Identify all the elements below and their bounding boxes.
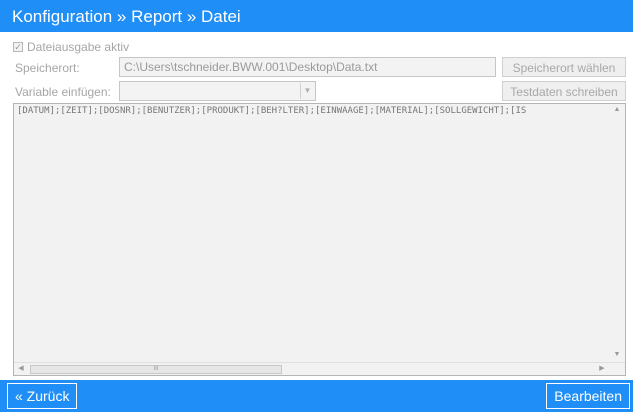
title-bar: Konfiguration » Report » Datei (0, 0, 633, 32)
checkbox-icon[interactable]: ✓ (13, 42, 23, 52)
template-textarea[interactable]: [DATUM];[ZEIT];[DOSNR];[BENUTZER];[PRODU… (13, 103, 626, 376)
scroll-right-icon[interactable]: ▶ (596, 364, 608, 375)
write-test-data-button[interactable]: Testdaten schreiben (502, 81, 626, 101)
scroll-left-icon[interactable]: ◀ (15, 364, 27, 375)
location-input[interactable] (119, 57, 496, 77)
page-title: Konfiguration » Report » Datei (12, 7, 241, 26)
horizontal-scrollbar[interactable]: ◀ III ▶ (14, 362, 625, 375)
edit-button[interactable]: Bearbeiten (546, 383, 630, 409)
template-text[interactable]: [DATUM];[ZEIT];[DOSNR];[BENUTZER];[PRODU… (17, 106, 607, 120)
choose-location-button[interactable]: Speicherort wählen (502, 57, 626, 77)
scroll-thumb[interactable]: III (30, 365, 282, 374)
scroll-up-icon[interactable]: ▲ (609, 106, 625, 118)
file-output-toggle[interactable]: ✓ Dateiausgabe aktiv (13, 40, 129, 54)
vertical-scrollbar[interactable]: ▲ ▼ (609, 104, 625, 363)
variable-select[interactable]: ▼ (119, 81, 316, 101)
insert-variable-label: Variable einfügen: (15, 85, 111, 99)
footer-bar: « Zurück Bearbeiten (0, 380, 633, 412)
location-label: Speicherort: (15, 61, 80, 75)
back-button[interactable]: « Zurück (7, 383, 78, 409)
chevron-down-icon[interactable]: ▼ (300, 83, 314, 99)
file-output-label: Dateiausgabe aktiv (27, 40, 130, 54)
